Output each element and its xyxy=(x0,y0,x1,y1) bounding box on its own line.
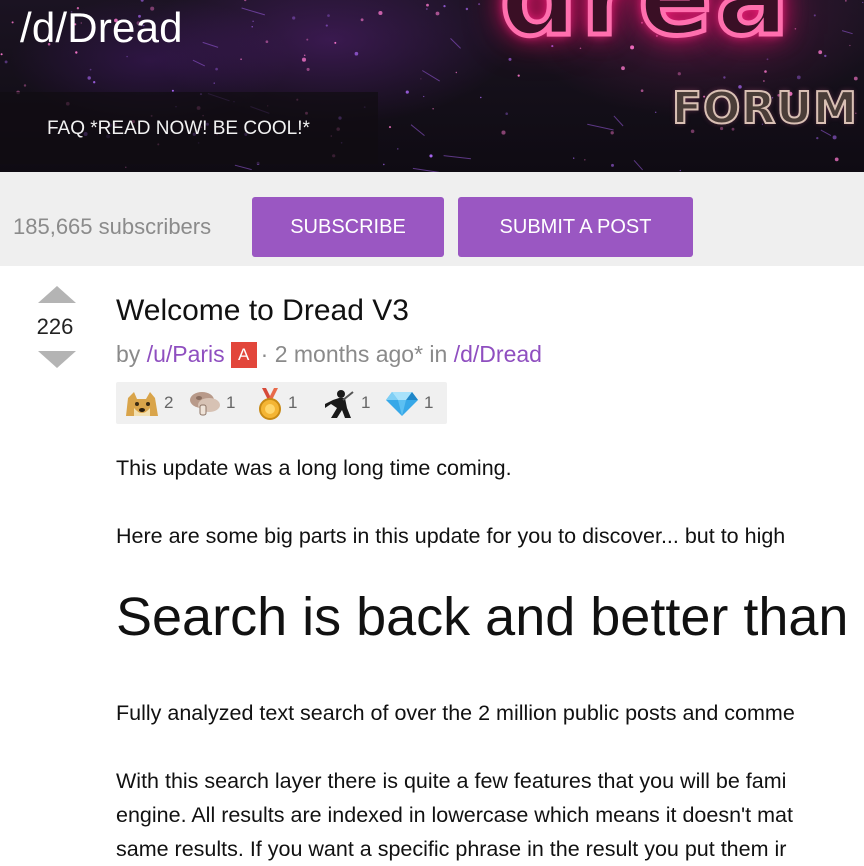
meta-by: by xyxy=(116,341,141,367)
gold-medal-icon xyxy=(259,388,281,420)
submit-post-button[interactable]: SUBMIT A POST xyxy=(458,197,693,257)
subreddit-banner: drea FORUM /d/Dread FAQ *READ NOW! BE CO… xyxy=(0,0,864,172)
ninja-icon xyxy=(325,390,354,418)
subreddit-link[interactable]: /d/Dread xyxy=(454,341,542,367)
post-time: · 2 months ago* in xyxy=(260,341,448,367)
post-title[interactable]: Welcome to Dread V3 xyxy=(116,293,409,329)
mushroom-icon xyxy=(190,392,220,416)
awards-bar[interactable]: 2 1 1 1 1 xyxy=(116,382,447,424)
award-ninja[interactable]: 1 xyxy=(321,382,371,424)
award-diamond[interactable]: 1 xyxy=(384,382,444,424)
post-body-line: engine. All results are indexed in lower… xyxy=(116,803,793,827)
doge-icon xyxy=(126,392,158,416)
subscribe-button[interactable]: SUBSCRIBE xyxy=(252,197,444,257)
award-doge[interactable]: 2 xyxy=(122,382,182,424)
subreddit-title[interactable]: /d/Dread xyxy=(20,3,183,53)
admin-badge: A xyxy=(230,342,257,368)
dread-logo: drea xyxy=(498,0,793,54)
award-count: 1 xyxy=(361,393,371,412)
post-body-paragraph: Here are some big parts in this update f… xyxy=(116,524,786,548)
award-count: 1 xyxy=(226,393,236,412)
forum-logo-text: FORUM xyxy=(671,83,858,135)
author-link[interactable]: /u/Paris xyxy=(147,341,225,367)
award-count: 1 xyxy=(288,393,298,412)
post-meta: by /u/Paris A · 2 months ago* in /d/Dread xyxy=(116,340,542,368)
award-count: 2 xyxy=(164,393,174,412)
vote-score: 226 xyxy=(36,314,74,339)
subscriber-count: 185,665 subscribers xyxy=(13,214,212,239)
faq-link[interactable]: FAQ *READ NOW! BE COOL!* xyxy=(47,117,310,141)
post-body-heading: Search is back and better than xyxy=(116,587,849,647)
post-body-line: With this search layer there is quite a … xyxy=(116,769,787,793)
downvote-arrow-icon[interactable] xyxy=(38,351,76,368)
post-body-paragraph: This update was a long long time coming. xyxy=(116,456,512,480)
award-count: 1 xyxy=(424,393,434,412)
diamond-icon xyxy=(386,392,418,416)
upvote-arrow-icon[interactable] xyxy=(38,286,76,303)
post-body-paragraph: Fully analyzed text search of over the 2… xyxy=(116,701,795,725)
award-gold-medal[interactable]: 1 xyxy=(254,382,304,424)
award-mushroom[interactable]: 1 xyxy=(188,382,242,424)
post-body-line: same results. If you want a specific phr… xyxy=(116,837,787,861)
